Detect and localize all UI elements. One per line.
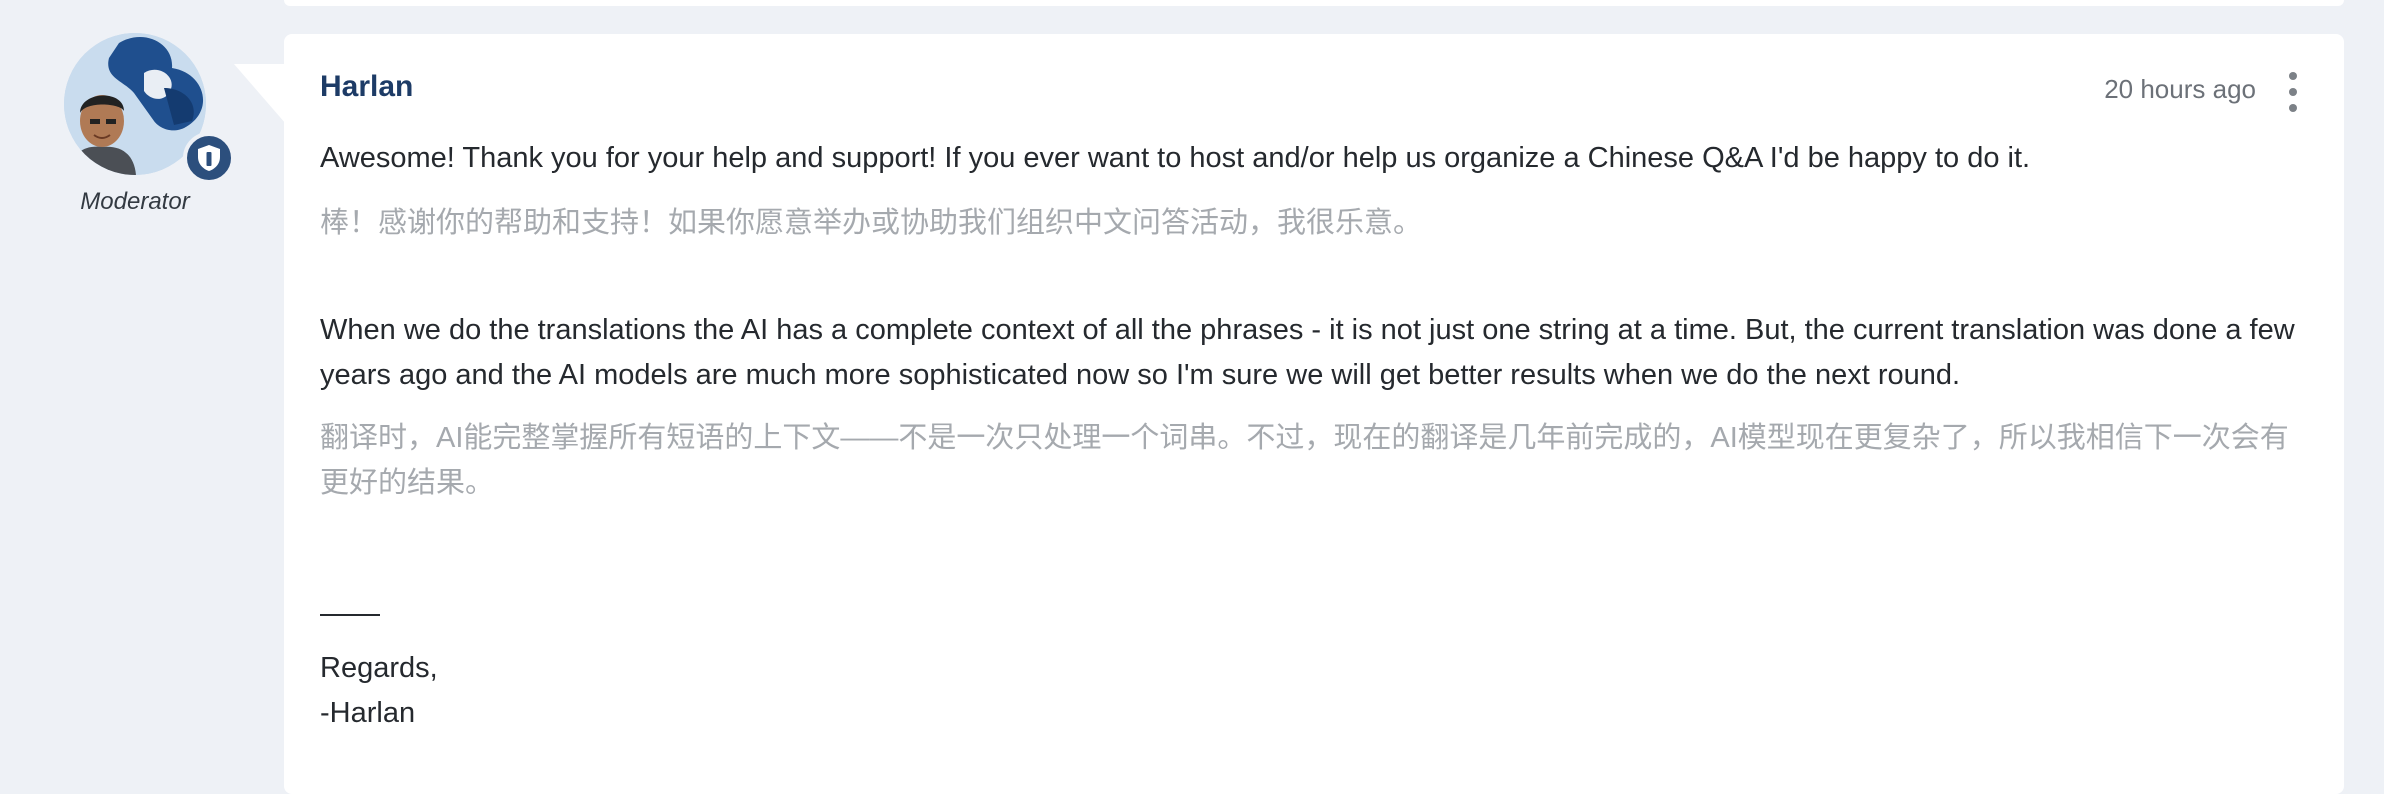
signature-name: -Harlan	[320, 697, 416, 729]
post-body: Awesome! Thank you for your help and sup…	[320, 136, 2316, 506]
previous-post-card-edge	[284, 0, 2344, 6]
signature-separator	[320, 614, 380, 616]
post-paragraph-1-translation: 棒！感谢你的帮助和支持！如果你愿意举办或协助我们组织中文问答活动，我很乐意。	[320, 207, 1423, 239]
author-role-label: Moderator	[80, 188, 190, 215]
shield-icon	[198, 145, 220, 171]
post-timestamp[interactable]: 20 hours ago	[2104, 74, 2256, 105]
moderator-badge	[183, 132, 235, 184]
author-avatar-wrapper[interactable]	[64, 33, 235, 184]
more-vertical-icon[interactable]	[2286, 72, 2300, 112]
post-signature: Regards, -Harlan	[320, 646, 438, 736]
post-paragraph-1: Awesome! Thank you for your help and sup…	[320, 142, 2031, 174]
post-card-pointer	[234, 64, 286, 124]
post-paragraph-2: When we do the translations the AI has a…	[320, 314, 2295, 391]
post-header: Harlan 20 hours ago	[320, 70, 2308, 112]
signature-greeting: Regards,	[320, 652, 438, 684]
post-card: Harlan 20 hours ago Awesome! Thank you f…	[284, 34, 2344, 794]
author-name-link[interactable]: Harlan	[320, 70, 413, 104]
post-paragraph-2-translation: 翻译时，AI能完整掌握所有短语的上下文——不是一次只处理一个词串。不过，现在的翻…	[320, 422, 2289, 499]
